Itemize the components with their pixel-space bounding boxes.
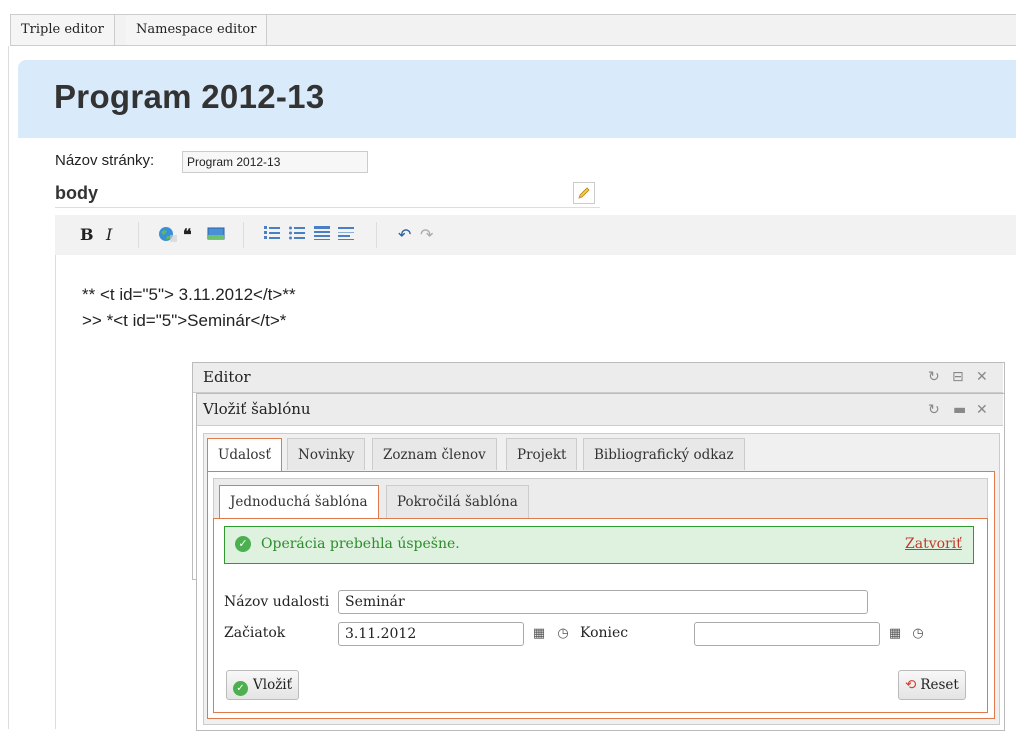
tab-pokrocila-sablona[interactable]: Pokročilá šablóna [386, 485, 529, 518]
toolbar-separator [138, 222, 139, 248]
edit-pencil-icon[interactable] [573, 182, 595, 204]
page-name-label: Názov stránky: [55, 152, 155, 169]
top-margin [0, 0, 1016, 14]
refresh-icon[interactable]: ↻ [928, 402, 940, 418]
insert-window-title: Vložiť šablónu [203, 400, 311, 418]
tab-namespace-editor[interactable]: Namespace editor [126, 15, 268, 45]
toolbar-separator [376, 222, 377, 248]
editor-toolbar [55, 215, 1016, 255]
body-label: body [55, 183, 98, 203]
close-message-link[interactable]: Zatvoriť [905, 536, 962, 552]
refresh-icon[interactable]: ↻ [928, 369, 940, 385]
end-label: Koniec [580, 625, 629, 641]
end-date-input[interactable] [694, 622, 880, 646]
calendar-icon[interactable]: ▦ [531, 626, 547, 642]
italic-button[interactable]: I [106, 225, 112, 245]
check-icon: ✓ [233, 681, 248, 696]
bold-button[interactable]: B [80, 225, 94, 245]
tab-novinky[interactable]: Novinky [287, 438, 366, 470]
page-title: Program 2012-13 [54, 78, 325, 115]
event-name-label: Názov udalosti [224, 594, 330, 610]
editor-window-title: Editor [203, 368, 251, 386]
insert-button[interactable]: ✓ Vložiť [226, 670, 300, 700]
body-field-row [55, 179, 600, 208]
reset-button-label: Reset [920, 677, 959, 693]
tab-zoznam-clenov[interactable]: Zoznam členov [372, 438, 497, 470]
tab-jednoducha-sablona[interactable]: Jednoduchá šablóna [219, 485, 379, 519]
tab-bibliograficky-odkaz[interactable]: Bibliografický odkaz [583, 438, 745, 470]
left-divider [8, 46, 9, 729]
start-label: Začiatok [224, 625, 286, 641]
image-icon[interactable] [207, 225, 225, 246]
toolbar-separator [243, 222, 244, 248]
page-name-input[interactable] [182, 151, 368, 173]
minimize-icon[interactable]: ▬ [953, 402, 966, 418]
close-icon[interactable]: ✕ [976, 402, 988, 418]
ordered-list-icon[interactable] [263, 225, 281, 246]
insert-window-titlebar[interactable] [197, 394, 1003, 426]
quote-icon[interactable]: ❝ [183, 225, 192, 245]
unordered-list-icon[interactable] [288, 225, 306, 246]
horizontal-rule-icon[interactable] [337, 225, 355, 246]
tab-udalost[interactable]: Udalosť [207, 438, 282, 472]
tab-projekt[interactable]: Projekt [506, 438, 578, 470]
clock-icon[interactable]: ◷ [910, 626, 926, 642]
calendar-icon[interactable]: ▦ [887, 626, 903, 642]
undo-icon[interactable]: ↶ [398, 225, 411, 245]
redo-icon[interactable]: ↷ [420, 225, 433, 245]
check-icon: ✓ [235, 536, 251, 552]
reset-arrows-icon: ⟲ [905, 677, 917, 693]
success-text: Operácia prebehla úspešne. [261, 536, 460, 552]
start-date-input[interactable] [338, 622, 524, 646]
tab-triple-editor[interactable]: Triple editor [11, 15, 115, 45]
content-line: >> *<t id="5">Seminár</t>* [82, 311, 287, 330]
restore-icon[interactable]: ⊟ [952, 369, 964, 385]
insert-button-label: Vložiť [253, 677, 293, 693]
heading-icon[interactable] [313, 225, 331, 246]
reset-button[interactable]: ⟲ Reset [898, 670, 966, 700]
top-tab-strip: Triple editor Namespace editor [10, 14, 1016, 46]
editor-window-titlebar[interactable] [193, 363, 1003, 393]
event-name-input[interactable] [338, 590, 868, 614]
clock-icon[interactable]: ◷ [555, 626, 571, 642]
close-icon[interactable]: ✕ [976, 369, 988, 385]
content-line: ** <t id="5"> 3.11.2012</t>** [82, 285, 296, 304]
link-globe-icon[interactable] [158, 225, 178, 248]
